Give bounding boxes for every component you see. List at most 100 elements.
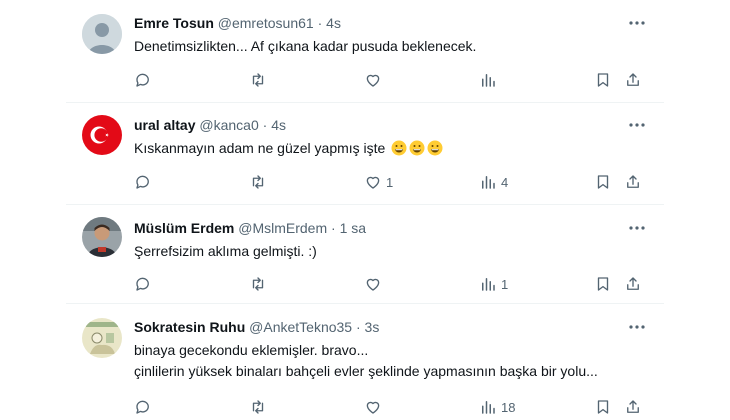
views-chart-icon bbox=[482, 176, 495, 189]
timestamp[interactable]: 3s bbox=[365, 319, 380, 335]
heart-icon bbox=[366, 401, 380, 414]
bookmark-button[interactable] bbox=[594, 274, 612, 294]
more-options-icon[interactable] bbox=[628, 14, 646, 32]
timestamp[interactable]: 1 sa bbox=[340, 220, 366, 236]
avatar[interactable] bbox=[82, 217, 122, 257]
default-avatar-icon bbox=[82, 14, 122, 54]
retweet-button[interactable] bbox=[249, 70, 271, 90]
tweet-actions: 1 4 bbox=[126, 172, 646, 192]
separator-dot: · bbox=[331, 220, 336, 236]
views-button[interactable]: 18 bbox=[479, 397, 515, 417]
share-icon bbox=[627, 400, 639, 413]
reply-icon bbox=[136, 400, 149, 414]
display-name[interactable]: Emre Tosun bbox=[134, 15, 214, 31]
person-photo-icon bbox=[82, 217, 122, 257]
views-button[interactable]: 1 bbox=[479, 274, 508, 294]
reply-button[interactable] bbox=[134, 397, 156, 417]
share-icon bbox=[627, 73, 639, 86]
views-chart-icon bbox=[482, 74, 495, 87]
bookmark-button[interactable] bbox=[594, 397, 612, 417]
like-button[interactable]: 1 bbox=[364, 172, 393, 192]
retweet-icon bbox=[252, 277, 264, 291]
retweet-button[interactable] bbox=[249, 172, 271, 192]
avatar[interactable] bbox=[82, 14, 122, 54]
more-options-icon[interactable] bbox=[628, 116, 646, 134]
separator-dot: · bbox=[317, 15, 323, 31]
display-name[interactable]: Müslüm Erdem bbox=[134, 220, 234, 236]
more-options-icon[interactable] bbox=[628, 318, 646, 336]
avatar[interactable] bbox=[82, 318, 122, 358]
figure-drawing-icon bbox=[82, 318, 122, 358]
display-name[interactable]: Sokratesin Ruhu bbox=[134, 319, 245, 335]
share-button[interactable] bbox=[624, 172, 642, 192]
tweet[interactable]: Sokratesin Ruhu @AnketTekno35 · 3s binay… bbox=[66, 304, 664, 420]
retweet-icon bbox=[252, 175, 264, 189]
user-handle[interactable]: @MslmErdem bbox=[238, 220, 327, 236]
tweet-feed: Emre Tosun @emretosun61 · 4s Denetimsizl… bbox=[66, 0, 664, 420]
tweet-text-line: binaya gecekondu eklemişler. bravo... bbox=[134, 342, 369, 358]
tweet-text-line: Denetimsizlikten... Af çıkana kadar pusu… bbox=[134, 38, 477, 54]
reply-button[interactable] bbox=[134, 172, 156, 192]
user-handle[interactable]: @emretosun61 bbox=[218, 15, 314, 31]
bookmark-icon bbox=[597, 73, 609, 87]
tweet-header: Emre Tosun @emretosun61 · 4s bbox=[134, 15, 341, 31]
tweet-header: Müslüm Erdem @MslmErdem · 1 sa bbox=[134, 220, 366, 236]
tweet-text-line: Şerrefsizim aklıma gelmişti. :) bbox=[134, 243, 317, 259]
grinning-face-icon bbox=[391, 140, 407, 156]
tweet[interactable]: ural altay @kanca0 · 4s Kıskanmayın adam… bbox=[66, 103, 664, 205]
tweet-actions: 1 bbox=[126, 274, 646, 294]
reply-icon bbox=[136, 175, 149, 189]
user-handle[interactable]: @kanca0 bbox=[199, 117, 258, 133]
tweet-header: Sokratesin Ruhu @AnketTekno35 · 3s bbox=[134, 319, 379, 335]
tweet-text: Kıskanmayın adam ne güzel yapmış işte bbox=[134, 138, 443, 159]
share-icon bbox=[627, 175, 639, 188]
retweet-icon bbox=[252, 400, 264, 414]
tweet-text: Şerrefsizim aklıma gelmişti. :) bbox=[134, 241, 317, 262]
timestamp[interactable]: 4s bbox=[271, 117, 286, 133]
like-button[interactable] bbox=[364, 274, 386, 294]
tweet-text: binaya gecekondu eklemişler. bravo... çi… bbox=[134, 340, 598, 382]
share-button[interactable] bbox=[624, 70, 642, 90]
retweet-icon bbox=[252, 73, 264, 87]
bookmark-button[interactable] bbox=[594, 70, 612, 90]
turkish-flag-icon bbox=[82, 115, 122, 155]
retweet-button[interactable] bbox=[249, 397, 271, 417]
reply-button[interactable] bbox=[134, 70, 156, 90]
views-count: 18 bbox=[501, 399, 516, 415]
tweet-text-line: Kıskanmayın adam ne güzel yapmış işte bbox=[134, 140, 386, 156]
views-count: 1 bbox=[501, 276, 509, 292]
like-count: 1 bbox=[386, 174, 394, 190]
share-button[interactable] bbox=[624, 397, 642, 417]
views-button[interactable] bbox=[479, 70, 501, 90]
tweet-actions: 18 bbox=[126, 397, 646, 417]
like-button[interactable] bbox=[364, 70, 386, 90]
display-name[interactable]: ural altay bbox=[134, 117, 195, 133]
tweet[interactable]: Emre Tosun @emretosun61 · 4s Denetimsizl… bbox=[66, 0, 664, 103]
tweet[interactable]: Müslüm Erdem @MslmErdem · 1 sa Şerrefsiz… bbox=[66, 205, 664, 304]
bookmark-icon bbox=[597, 277, 609, 291]
views-chart-icon bbox=[482, 278, 495, 291]
user-handle[interactable]: @AnketTekno35 bbox=[249, 319, 352, 335]
share-button[interactable] bbox=[624, 274, 642, 294]
reply-icon bbox=[136, 73, 149, 87]
views-button[interactable]: 4 bbox=[479, 172, 508, 192]
separator-dot: · bbox=[355, 319, 361, 335]
heart-icon bbox=[366, 278, 380, 291]
tweet-header: ural altay @kanca0 · 4s bbox=[134, 117, 286, 133]
separator-dot: · bbox=[262, 117, 268, 133]
like-button[interactable] bbox=[364, 397, 386, 417]
avatar[interactable] bbox=[82, 115, 122, 155]
tweet-actions bbox=[126, 70, 646, 90]
more-options-icon[interactable] bbox=[628, 219, 646, 237]
reply-icon bbox=[136, 277, 149, 291]
tweet-text: Denetimsizlikten... Af çıkana kadar pusu… bbox=[134, 36, 476, 57]
timestamp[interactable]: 4s bbox=[326, 15, 341, 31]
heart-icon bbox=[366, 176, 380, 189]
views-chart-icon bbox=[482, 401, 495, 414]
grinning-face-icon bbox=[409, 140, 425, 156]
reply-button[interactable] bbox=[134, 274, 156, 294]
share-icon bbox=[627, 277, 639, 290]
bookmark-button[interactable] bbox=[594, 172, 612, 192]
retweet-button[interactable] bbox=[249, 274, 271, 294]
views-count: 4 bbox=[501, 174, 509, 190]
